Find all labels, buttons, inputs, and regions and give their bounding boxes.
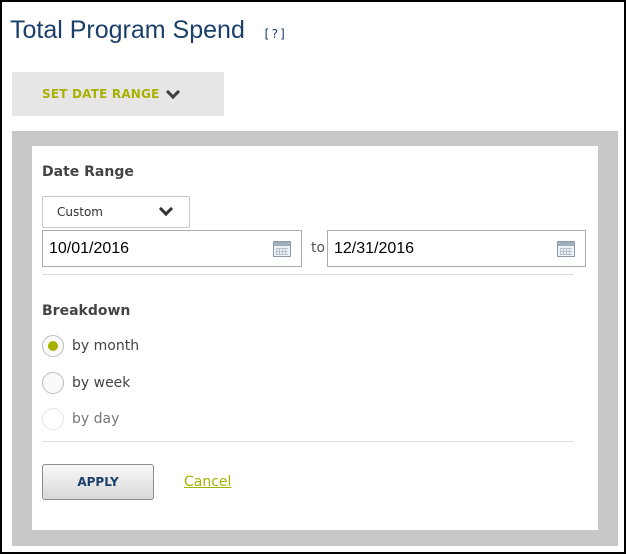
radio-label: by month xyxy=(72,338,140,354)
radio-button[interactable] xyxy=(42,408,64,430)
date-range-panel: Date Range Custom 10/01/2016 to 12/31/20… xyxy=(32,146,598,530)
divider xyxy=(42,274,574,275)
apply-button[interactable]: APPLY xyxy=(42,464,154,500)
calendar-icon[interactable] xyxy=(557,241,575,257)
start-date-input[interactable]: 10/01/2016 xyxy=(42,230,302,267)
chevron-down-icon xyxy=(165,84,180,99)
set-date-range-button[interactable]: SET DATE RANGE xyxy=(12,72,224,116)
header: Total Program Spend [?] xyxy=(10,16,288,45)
page-title: Total Program Spend xyxy=(10,16,245,44)
date-range-panel-border: Date Range Custom 10/01/2016 to 12/31/20… xyxy=(12,131,618,546)
date-range-heading: Date Range xyxy=(42,164,134,180)
chevron-down-icon xyxy=(158,201,174,217)
divider xyxy=(42,441,574,442)
calendar-icon[interactable] xyxy=(273,241,291,257)
radio-label: by week xyxy=(72,375,131,391)
to-label: to xyxy=(311,240,326,256)
window-frame: Total Program Spend [?] SET DATE RANGE D… xyxy=(0,0,626,554)
radio-by-day[interactable]: by day xyxy=(42,408,119,430)
set-date-range-label: SET DATE RANGE xyxy=(42,87,160,101)
end-date-value: 12/31/2016 xyxy=(334,239,415,257)
end-date-input[interactable]: 12/31/2016 xyxy=(327,230,586,267)
radio-button[interactable] xyxy=(42,335,64,357)
breakdown-heading: Breakdown xyxy=(42,303,131,319)
help-link[interactable]: [?] xyxy=(263,27,288,41)
start-date-value: 10/01/2016 xyxy=(49,239,130,257)
radio-by-month[interactable]: by month xyxy=(42,335,139,357)
cancel-link[interactable]: Cancel xyxy=(184,474,231,490)
radio-button[interactable] xyxy=(42,372,64,394)
radio-by-week[interactable]: by week xyxy=(42,372,130,394)
date-preset-value: Custom xyxy=(57,205,103,219)
date-preset-select[interactable]: Custom xyxy=(42,196,190,228)
radio-label: by day xyxy=(72,411,120,427)
